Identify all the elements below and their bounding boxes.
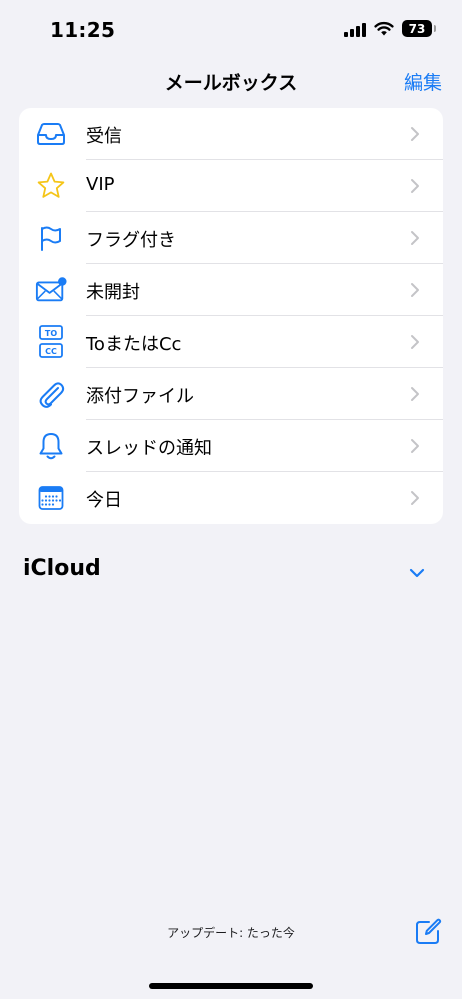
mailbox-label: 未開封	[86, 282, 140, 303]
cellular-signal-icon	[344, 21, 366, 37]
chevron-right-icon	[411, 231, 419, 245]
mailbox-row-unread[interactable]: 未開封	[19, 264, 443, 316]
chevron-right-icon	[411, 283, 419, 297]
bell-icon	[35, 430, 67, 462]
mailbox-row-today[interactable]: 今日	[19, 472, 443, 524]
paperclip-icon	[35, 378, 67, 410]
chevron-right-icon	[411, 179, 419, 193]
mailbox-row-vip[interactable]: VIP	[19, 160, 443, 212]
page-title: メールボックス	[164, 72, 298, 94]
update-status-text: アップデート: たった今	[167, 926, 295, 940]
compose-icon[interactable]	[414, 918, 442, 946]
chevron-right-icon	[411, 127, 419, 141]
chevron-right-icon	[411, 335, 419, 349]
battery-icon: 73	[402, 20, 436, 37]
home-indicator[interactable]	[149, 983, 313, 989]
mailbox-row-thread-notifications[interactable]: スレッドの通知	[19, 420, 443, 472]
mailbox-label: フラグ付き	[86, 230, 176, 251]
svg-text:CC: CC	[45, 347, 57, 356]
chevron-right-icon	[411, 439, 419, 453]
flag-icon	[35, 222, 67, 254]
status-bar: 11:25 73	[0, 0, 462, 60]
mailbox-list: 受信 VIP フラグ付き 未開封 TO CC ToまたはCc 添付ファイル スレ…	[19, 108, 443, 524]
mailbox-label: 添付ファイル	[86, 386, 194, 407]
mailbox-row-to-cc[interactable]: TO CC ToまたはCc	[19, 316, 443, 368]
mailbox-label: 今日	[86, 490, 122, 511]
status-icons: 73	[344, 20, 436, 37]
chevron-right-icon	[411, 491, 419, 505]
mailbox-label: VIP	[86, 174, 115, 195]
mailbox-row-inbox[interactable]: 受信	[19, 108, 443, 160]
chevron-down-icon[interactable]	[408, 564, 426, 582]
to-cc-icon: TO CC	[35, 325, 67, 358]
svg-text:TO: TO	[45, 329, 57, 338]
mailbox-row-attachments[interactable]: 添付ファイル	[19, 368, 443, 420]
inbox-icon	[35, 118, 67, 150]
mailbox-label: 受信	[86, 126, 122, 147]
calendar-icon	[35, 482, 67, 514]
unread-envelope-icon	[35, 274, 67, 306]
status-time: 11:25	[50, 18, 116, 42]
mailbox-label: スレッドの通知	[86, 438, 212, 459]
chevron-right-icon	[411, 387, 419, 401]
star-icon	[35, 170, 67, 202]
icloud-section-header[interactable]: iCloud	[23, 556, 101, 581]
wifi-icon	[374, 21, 394, 35]
mailbox-label: ToまたはCc	[86, 334, 182, 355]
mailbox-row-flagged[interactable]: フラグ付き	[19, 212, 443, 264]
edit-button[interactable]: 編集	[404, 68, 442, 95]
